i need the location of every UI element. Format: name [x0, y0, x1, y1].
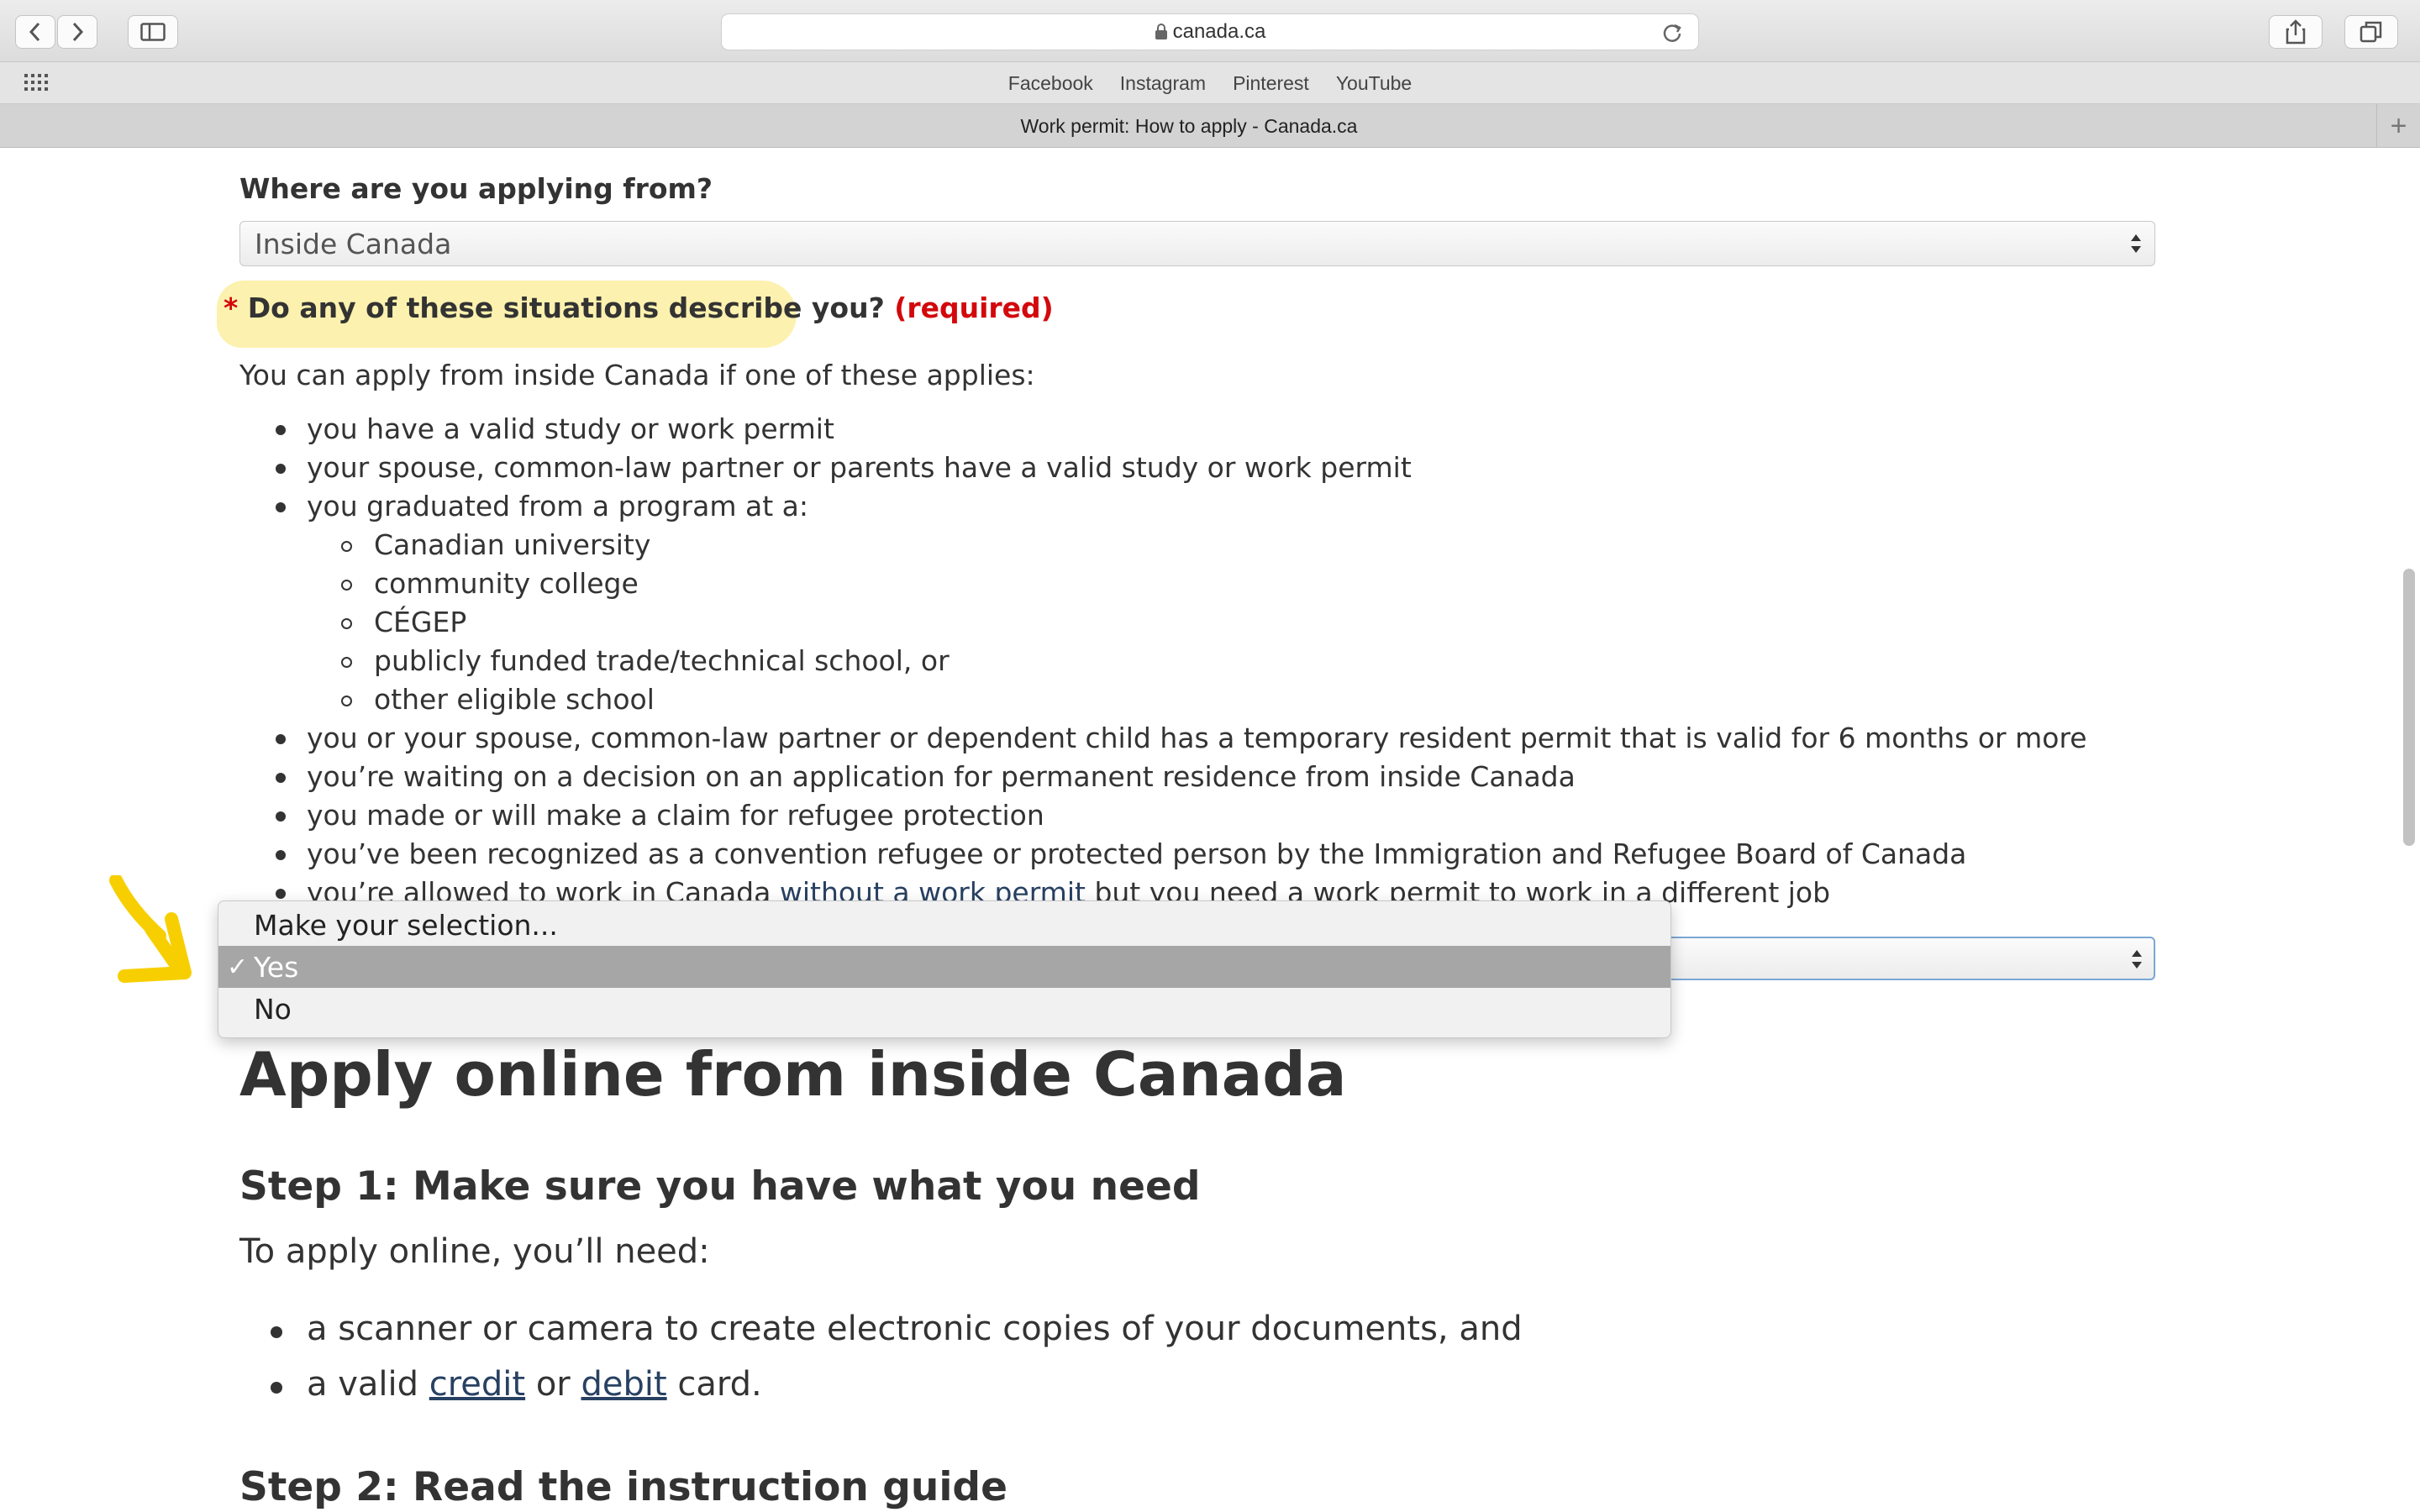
sidebar-icon: [140, 23, 166, 41]
list-item: you’ve been recognized as a convention r…: [307, 837, 1967, 870]
chevron-left-icon: [29, 22, 40, 42]
bullet-dot: [276, 734, 286, 744]
sub-bullet-circle: [341, 618, 352, 629]
favorite-instagram[interactable]: Instagram: [1120, 72, 1206, 95]
dropdown-menu: Make your selection... ✓ Yes No: [218, 900, 1671, 1038]
sub-bullet-circle: [341, 696, 352, 706]
browser-toolbar: canada.ca: [0, 0, 2420, 62]
situations-select[interactable]: [1630, 937, 2155, 980]
option-no[interactable]: No: [218, 988, 1670, 1030]
new-tab-button[interactable]: +: [2376, 104, 2420, 148]
favorite-facebook[interactable]: Facebook: [1008, 72, 1093, 95]
sub-list-item: community college: [374, 567, 639, 600]
favorite-youtube[interactable]: YouTube: [1336, 72, 1412, 95]
bullet-dot: [271, 1326, 282, 1338]
step2-heading: Step 2: Read the instruction guide: [239, 1464, 1007, 1510]
address-bar[interactable]: canada.ca: [721, 13, 1699, 50]
back-button[interactable]: [15, 15, 55, 49]
sub-bullet-circle: [341, 541, 352, 552]
checkmark-icon: ✓: [227, 952, 249, 982]
url-text: canada.ca: [1172, 20, 1266, 43]
list-item-text: or: [525, 1365, 581, 1404]
bullet-dot: [276, 773, 286, 783]
bullet-dot: [276, 464, 286, 474]
page-heading: Apply online from inside Canada: [239, 1039, 1347, 1110]
sub-bullet-circle: [341, 657, 352, 668]
tabs-overview-button[interactable]: [2344, 15, 2398, 49]
intro-text: You can apply from inside Canada if one …: [239, 359, 1035, 391]
list-item: you graduated from a program at a:: [307, 490, 808, 522]
vertical-scrollbar[interactable]: [2403, 569, 2415, 846]
bullet-dot: [271, 1382, 282, 1394]
sidebar-toggle-button[interactable]: [128, 15, 178, 49]
required-star: *: [224, 291, 239, 324]
list-item: a scanner or camera to create electronic…: [307, 1310, 1523, 1348]
list-item: you’re waiting on a decision on an appli…: [307, 760, 1576, 793]
option-make-selection[interactable]: Make your selection...: [218, 904, 1670, 946]
list-item-text: a valid: [307, 1365, 429, 1404]
list-item: you have a valid study or work permit: [307, 412, 834, 445]
sub-bullet-circle: [341, 580, 352, 591]
list-item: a valid credit or debit card.: [307, 1365, 762, 1404]
option-yes-label: Yes: [254, 950, 299, 984]
applying-from-select[interactable]: Inside Canada: [239, 221, 2155, 266]
option-yes[interactable]: ✓ Yes: [218, 946, 1670, 988]
bullet-dot: [276, 850, 286, 860]
applying-from-value: Inside Canada: [255, 227, 452, 260]
tabs-icon: [2360, 21, 2382, 43]
list-item-text: card.: [666, 1365, 762, 1404]
bullet-dot: [276, 502, 286, 512]
bullet-dot: [276, 811, 286, 822]
bullet-dot: [276, 889, 286, 899]
step1-heading: Step 1: Make sure you have what you need: [239, 1163, 1201, 1210]
sub-list-item: publicly funded trade/technical school, …: [374, 644, 950, 677]
list-item: your spouse, common-law partner or paren…: [307, 451, 1412, 484]
forward-button[interactable]: [57, 15, 97, 49]
credit-link[interactable]: credit: [429, 1365, 525, 1404]
annotation-arrow-icon: [109, 875, 192, 983]
sub-list-item: other eligible school: [374, 683, 655, 716]
required-text: (required): [894, 291, 1054, 324]
bullet-dot: [276, 425, 286, 435]
situations-question: * Do any of these situations describe yo…: [224, 291, 1054, 324]
page-content: Where are you applying from? Inside Cana…: [0, 149, 2420, 1512]
active-tab[interactable]: Work permit: How to apply - Canada.ca: [0, 104, 2378, 148]
step1-intro: To apply online, you’ll need:: [239, 1232, 710, 1271]
chevron-right-icon: [72, 22, 84, 42]
situations-label: Do any of these situations describe you?: [247, 291, 885, 324]
select-arrows-icon: [2131, 234, 2141, 253]
sub-list-item: Canadian university: [374, 528, 651, 561]
reload-icon[interactable]: [1661, 21, 1683, 43]
tab-title: Work permit: How to apply - Canada.ca: [1020, 114, 1358, 137]
share-icon: [2286, 19, 2306, 45]
share-button[interactable]: [2269, 15, 2323, 49]
applying-from-label: Where are you applying from?: [239, 172, 713, 205]
select-arrows-icon: [2132, 950, 2142, 969]
favorite-pinterest[interactable]: Pinterest: [1233, 72, 1309, 95]
list-item: you or your spouse, common-law partner o…: [307, 722, 2087, 754]
list-item: you made or will make a claim for refuge…: [307, 799, 1044, 832]
lock-icon: [1155, 24, 1167, 39]
debit-link[interactable]: debit: [581, 1365, 666, 1404]
sub-list-item: CÉGEP: [374, 606, 467, 638]
favorites-bar: Facebook Instagram Pinterest YouTube: [0, 62, 2420, 104]
tab-bar: Work permit: How to apply - Canada.ca +: [0, 104, 2420, 148]
